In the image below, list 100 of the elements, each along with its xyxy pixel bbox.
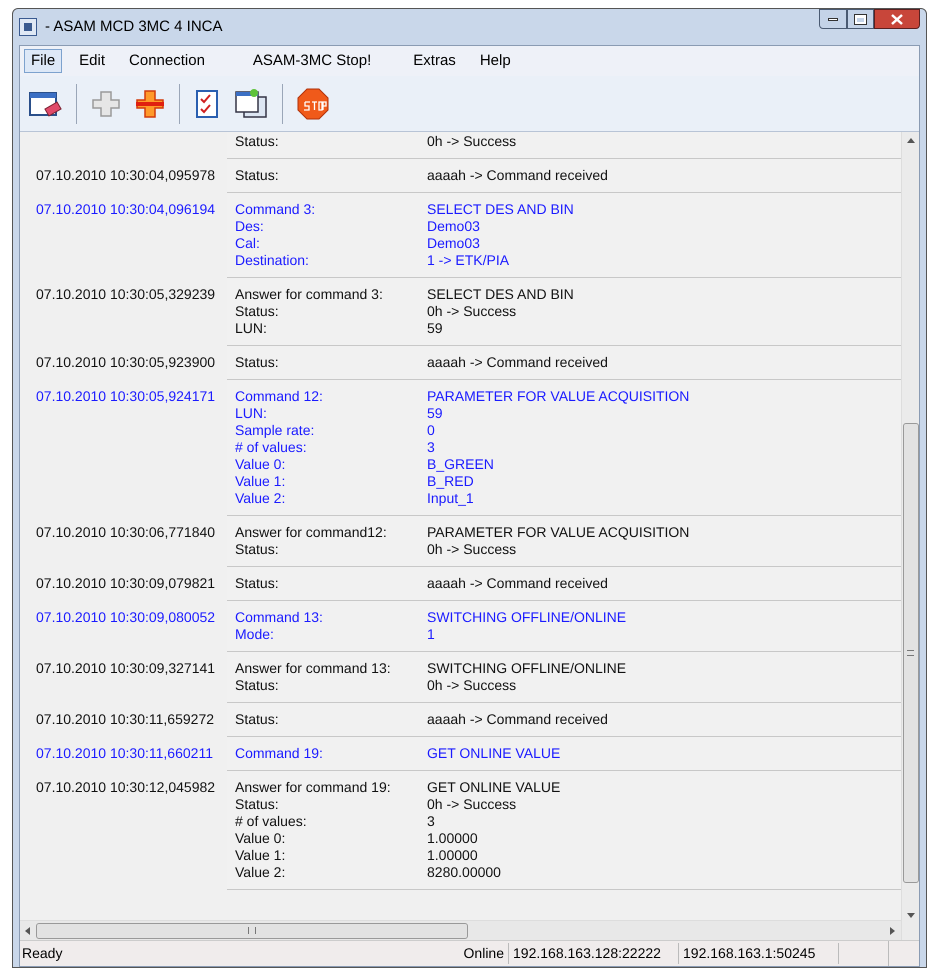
field-label: Cal: xyxy=(234,235,261,252)
checklist-icon[interactable] xyxy=(194,88,220,118)
field-label: Value 0: xyxy=(234,830,286,847)
field-value: 1.00000 xyxy=(427,847,478,864)
scroll-left-icon[interactable] xyxy=(24,926,32,934)
field-value: 3 xyxy=(427,813,435,830)
timestamp: 07.10.2010 10:30:05,924171 xyxy=(36,388,216,405)
field-label: Answer for command 3: xyxy=(234,286,384,303)
field-value: SWITCHING OFFLINE/ONLINE xyxy=(427,660,626,677)
minimize-button[interactable] xyxy=(819,9,847,29)
field-value: 59 xyxy=(427,405,443,422)
field-label: LUN: xyxy=(234,320,268,337)
field-label: # of values: xyxy=(234,439,308,456)
field-value: 0h -> Success xyxy=(427,677,516,694)
field-value: 1 -> ETK/PIA xyxy=(427,252,510,269)
timestamp: 07.10.2010 10:30:11,659272 xyxy=(36,711,216,728)
field-label: Sample rate: xyxy=(234,422,316,439)
app-icon xyxy=(19,18,37,36)
field-label: Value 1: xyxy=(234,847,286,864)
timestamp: 07.10.2010 10:30:06,771840 xyxy=(36,524,216,541)
field-value: PARAMETER FOR VALUE ACQUISITION xyxy=(427,524,690,541)
scroll-up-icon[interactable] xyxy=(906,137,914,145)
field-value: 8280.00000 xyxy=(427,864,501,881)
scroll-thumb[interactable] xyxy=(36,922,468,938)
field-value: SELECT DES AND BIN xyxy=(427,286,574,303)
menu-item[interactable]: ASAM-3MC Stop! xyxy=(246,49,378,73)
field-label: Answer for command 19: xyxy=(234,779,392,796)
field-value: Input_1 xyxy=(427,490,474,507)
stop-sign-icon[interactable] xyxy=(297,88,329,120)
field-label: # of values: xyxy=(234,813,308,830)
field-value: 0h -> Success xyxy=(427,133,516,150)
scroll-down-icon[interactable] xyxy=(906,912,914,920)
field-value: aaaah -> Command received xyxy=(427,575,608,592)
field-label: Destination: xyxy=(234,252,310,269)
field-label: Answer for command12: xyxy=(234,524,388,541)
field-label: Value 0: xyxy=(234,456,286,473)
field-value: B_RED xyxy=(427,473,474,490)
local-address: 192.168.163.128:22222 xyxy=(509,943,679,964)
field-label: Mode: xyxy=(234,626,275,643)
scroll-right-icon[interactable] xyxy=(889,926,897,934)
field-value: aaaah -> Command received xyxy=(427,354,608,371)
field-label: Value 1: xyxy=(234,473,286,490)
field-label: Value 2: xyxy=(234,864,286,881)
field-label: Status: xyxy=(234,133,280,150)
timestamp: 07.10.2010 10:30:04,095978 xyxy=(36,167,216,184)
timestamp: 07.10.2010 10:30:04,096194 xyxy=(36,201,216,218)
field-label: Command 3: xyxy=(234,201,316,218)
field-value: B_GREEN xyxy=(427,456,494,473)
menu-item[interactable]: Help xyxy=(472,49,518,73)
timestamp: 07.10.2010 10:30:05,329239 xyxy=(36,286,216,303)
field-label: Status: xyxy=(234,711,280,728)
field-value: 1 xyxy=(427,626,435,643)
field-value: 3 xyxy=(427,439,435,456)
field-label: LUN: xyxy=(234,405,268,422)
field-label: Command 13: xyxy=(234,609,324,626)
remote-address: 192.168.163.1:50245 xyxy=(679,943,839,964)
menu-item[interactable]: File xyxy=(24,49,62,73)
split-plus-icon[interactable] xyxy=(135,88,165,118)
close-button[interactable] xyxy=(874,9,920,29)
menu-item[interactable]: Connection xyxy=(122,49,212,73)
field-label: Answer for command 13: xyxy=(234,660,392,677)
field-value: PARAMETER FOR VALUE ACQUISITION xyxy=(427,388,690,405)
field-value: 0h -> Success xyxy=(427,303,516,320)
field-value: Demo03 xyxy=(427,218,480,235)
field-label: Status: xyxy=(234,677,280,694)
field-label: Status: xyxy=(234,575,280,592)
field-value: 0h -> Success xyxy=(427,541,516,558)
field-value: aaaah -> Command received xyxy=(427,711,608,728)
timestamp: 07.10.2010 10:30:09,079821 xyxy=(36,575,216,592)
window-title: - ASAM MCD 3MC 4 INCA xyxy=(45,16,223,37)
field-value: GET ONLINE VALUE xyxy=(427,779,560,796)
close-icon xyxy=(891,14,903,24)
timestamp: 07.10.2010 10:30:09,327141 xyxy=(36,660,216,677)
connection-state: Online xyxy=(464,943,509,964)
maximize-button[interactable] xyxy=(847,9,874,29)
field-label: Command 19: xyxy=(234,745,324,762)
menu-item[interactable]: Extras xyxy=(406,49,463,73)
timestamp: 07.10.2010 10:30:05,923900 xyxy=(36,354,216,371)
field-value: Demo03 xyxy=(427,235,480,252)
menu-item[interactable]: Edit xyxy=(72,49,112,73)
timestamp: 07.10.2010 10:30:11,660211 xyxy=(36,745,214,762)
field-value: aaaah -> Command received xyxy=(427,167,608,184)
field-label: Des: xyxy=(234,218,265,235)
field-value: SELECT DES AND BIN xyxy=(427,201,574,218)
windows-pin-icon[interactable] xyxy=(234,88,268,120)
field-label: Value 2: xyxy=(234,490,286,507)
status-message: Ready xyxy=(21,944,62,963)
field-value: 59 xyxy=(427,320,443,337)
timestamp: 07.10.2010 10:30:09,080052 xyxy=(36,609,216,626)
field-value: 0h -> Success xyxy=(427,796,516,813)
scroll-thumb[interactable] xyxy=(902,423,918,883)
field-label: Status: xyxy=(234,354,280,371)
timestamp: 07.10.2010 10:30:12,045982 xyxy=(36,779,216,796)
field-label: Status: xyxy=(234,796,280,813)
field-value: 0 xyxy=(427,422,435,439)
field-label: Status: xyxy=(234,167,280,184)
field-label: Command 12: xyxy=(234,388,324,405)
field-value: GET ONLINE VALUE xyxy=(427,745,560,762)
field-label: Status: xyxy=(234,541,280,558)
field-value: SWITCHING OFFLINE/ONLINE xyxy=(427,609,626,626)
